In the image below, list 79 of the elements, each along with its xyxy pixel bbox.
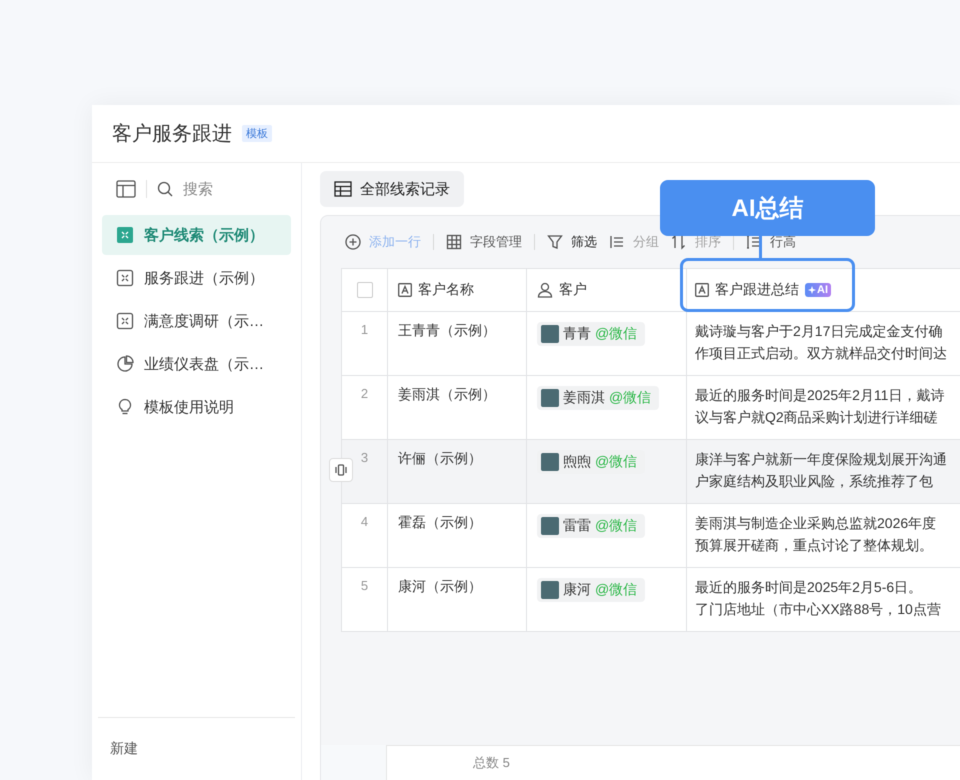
table-icon	[116, 269, 134, 287]
search-icon	[157, 181, 173, 197]
contact-chip[interactable]: 青青 @微信	[537, 322, 646, 346]
sidebar-item[interactable]: 模板使用说明	[102, 387, 291, 427]
table-cell: 姜雨淇（示例）	[398, 386, 496, 402]
table-cell: 霍磊（示例）	[398, 514, 482, 530]
column-header[interactable]: 客户	[526, 269, 686, 311]
summary-text: 议与客户就Q2商品采购计划进行详细磋	[695, 408, 939, 427]
table-row[interactable]: 5 康河（示例） 康河 @微信 最近的服务时间是2025年2月5-6日。 了门店地址（市中心XX路88号，10点营	[342, 567, 960, 631]
column-header[interactable]: 客户名称	[387, 269, 526, 311]
table-row[interactable]: 4 霍磊（示例） 雷雷 @微信 姜雨淇与制造企业采购总监就2026年度 预算展开磋商，重点讨论了整体规划。	[342, 503, 960, 567]
sidebar-item[interactable]: 满意度调研（示…	[102, 301, 291, 341]
avatar-placeholder	[541, 581, 559, 599]
ai-badge: AI	[805, 283, 831, 297]
source-tag: @微信	[595, 517, 638, 535]
person-icon	[537, 282, 553, 298]
filter-icon	[547, 234, 563, 250]
row-height-icon	[746, 234, 762, 250]
column-header[interactable]: 客户跟进总结 AI	[686, 269, 960, 311]
pie-chart-icon	[116, 355, 134, 373]
leader-line	[759, 236, 762, 258]
toolbar-button[interactable]: 筛选	[547, 233, 597, 251]
contact-chip[interactable]: 雷雷 @微信	[537, 514, 646, 538]
summary-text: 戴诗璇与客户于2月17日完成定金支付确	[695, 322, 944, 341]
toolbar-button[interactable]: 字段管理	[446, 233, 522, 251]
source-tag: @微信	[609, 389, 652, 407]
summary-text: 最近的服务时间是2025年2月11日，戴诗	[695, 386, 946, 405]
row-number: 4	[360, 514, 368, 531]
view-tab[interactable]: 全部线索记录	[320, 171, 464, 207]
sidebar-item[interactable]: 服务跟进（示例）	[102, 258, 291, 298]
template-badge: 模板	[242, 125, 272, 142]
row-number: 1	[360, 322, 368, 339]
avatar-placeholder	[541, 453, 559, 471]
row-number: 5	[360, 578, 368, 595]
lightbulb-icon	[116, 398, 134, 416]
avatar-placeholder	[541, 325, 559, 343]
new-button[interactable]: 新建	[98, 717, 295, 780]
row-number: 2	[360, 386, 368, 403]
select-all-checkbox[interactable]	[356, 282, 372, 298]
summary-text: 作项目正式启动。双方就样品交付时间达	[695, 344, 948, 363]
avatar-placeholder	[541, 517, 559, 535]
sort-icon	[671, 234, 687, 250]
summary-text: 最近的服务时间是2025年2月5-6日。	[695, 578, 924, 597]
row-number: 3	[360, 450, 368, 467]
record-count: 总数 5	[473, 754, 510, 772]
grid-icon	[446, 234, 462, 250]
sparkle-icon	[808, 286, 816, 294]
drag-handle[interactable]	[329, 458, 353, 482]
plus-circle-icon	[345, 234, 361, 250]
summary-text: 户家庭结构及职业风险，系统推荐了包	[695, 472, 934, 491]
table-row[interactable]: 1 王青青（示例） 青青 @微信 戴诗璇与客户于2月17日完成定金支付确 作项目正式启动。双方就样品交付时间达	[342, 311, 960, 375]
summary-text: 了门店地址（市中心XX路88号，10点营	[695, 600, 942, 619]
contact-chip[interactable]: 康河 @微信	[537, 578, 646, 602]
summary-text: 预算展开磋商，重点讨论了整体规划。	[695, 536, 934, 555]
callout-label: AI总结	[660, 180, 875, 236]
app-title: 客户服务跟进	[112, 122, 232, 147]
table-icon	[334, 181, 352, 197]
text-field-icon	[398, 283, 412, 297]
text-field-icon	[695, 283, 709, 297]
source-tag: @微信	[595, 325, 638, 343]
sidebar-item[interactable]: 业绩仪表盘（示…	[102, 344, 291, 384]
table-row[interactable]: 3 许俪（示例） 煦煦 @微信 康洋与客户就新一年度保险规划展开沟通 户家庭结构及职业风险，系统推荐了包	[342, 439, 960, 503]
table-icon	[116, 226, 134, 244]
list-icon	[609, 234, 625, 250]
table-icon	[116, 312, 134, 330]
contact-chip[interactable]: 姜雨淇 @微信	[537, 386, 660, 410]
toolbar-button[interactable]: 行高	[746, 233, 796, 251]
avatar-placeholder	[541, 389, 559, 407]
sidebar-item[interactable]: 客户线索（示例）	[102, 215, 291, 255]
table-cell: 许俪（示例）	[398, 450, 482, 466]
source-tag: @微信	[595, 453, 638, 471]
layout-icon	[116, 180, 136, 198]
summary-text: 姜雨淇与制造企业采购总监就2026年度	[695, 514, 938, 533]
drag-handle-icon	[335, 464, 347, 476]
summary-text: 康洋与客户就新一年度保险规划展开沟通	[695, 450, 948, 469]
search-field[interactable]: 搜索	[181, 180, 265, 198]
table-cell: 康河（示例）	[398, 578, 482, 594]
table-cell: 王青青（示例）	[398, 322, 496, 338]
source-tag: @微信	[595, 581, 638, 599]
